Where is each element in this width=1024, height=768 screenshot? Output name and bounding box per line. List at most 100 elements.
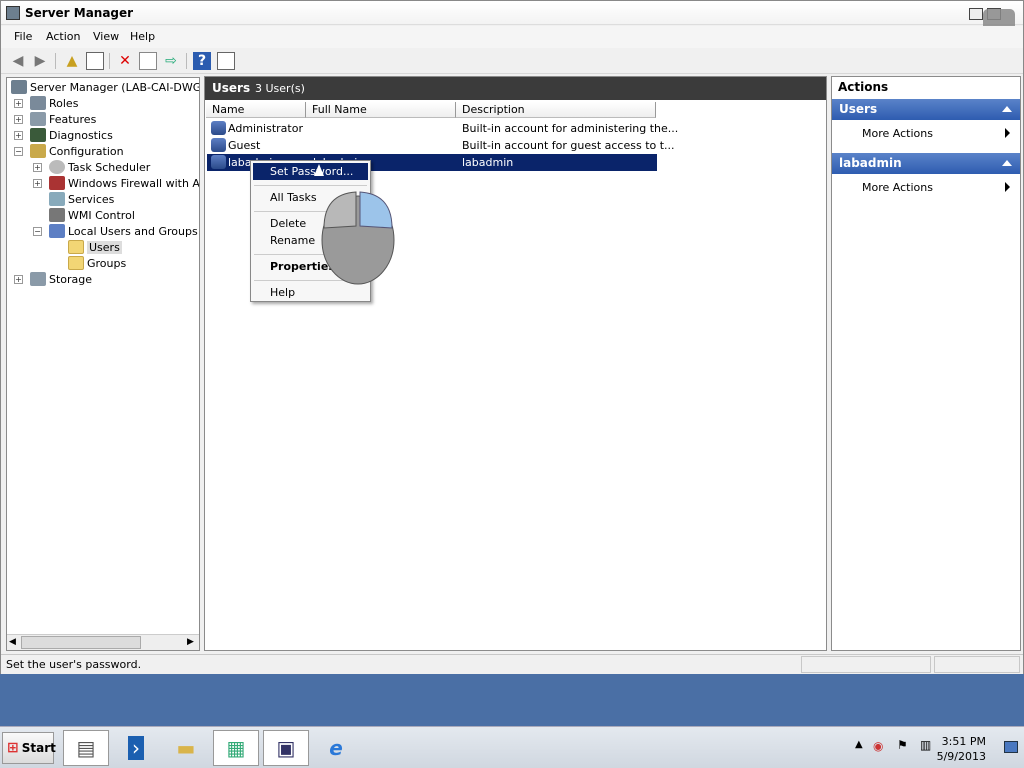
expand-storage-icon[interactable]: +	[14, 275, 23, 284]
collapse-local-users-icon[interactable]: −	[33, 227, 42, 236]
network-icon[interactable]: ▥	[920, 738, 931, 752]
tree-item-features[interactable]: Features	[30, 111, 96, 127]
submenu-arrow-icon	[1005, 182, 1010, 192]
actions-section-labadmin[interactable]: labadmin	[832, 153, 1020, 174]
start-button[interactable]: ⊞ Start	[2, 732, 56, 764]
actions-title: Actions	[838, 80, 889, 94]
tree-label: Windows Firewall with Adva	[68, 176, 200, 190]
taskbar-server-manager[interactable]: ▤	[63, 730, 109, 766]
more-actions-labadmin[interactable]: More Actions	[862, 181, 933, 194]
action-center-flag-icon[interactable]: ⚑	[897, 738, 908, 752]
collapse-caret-icon[interactable]	[1002, 160, 1012, 166]
expand-diagnostics-icon[interactable]: +	[14, 131, 23, 140]
user-icon	[211, 155, 226, 169]
folder-icon: ▬	[176, 736, 196, 760]
tree-label: Local Users and Groups	[68, 224, 198, 238]
tree-item-roles[interactable]: Roles	[30, 95, 78, 111]
menu-item-delete[interactable]: Delete	[270, 217, 306, 230]
show-hide-tree-icon[interactable]	[86, 52, 104, 70]
tree-item-storage[interactable]: Storage	[30, 271, 92, 287]
remote-desktop-icon: ▣	[276, 736, 296, 760]
roles-icon	[30, 96, 46, 110]
clock[interactable]: 3:51 PM 5/9/2013	[937, 734, 986, 764]
scroll-thumb[interactable]	[21, 636, 141, 649]
tree-label: Configuration	[49, 144, 124, 158]
taskbar-remote-desktop[interactable]: ▣	[263, 730, 309, 766]
menu-action[interactable]: Action	[46, 30, 80, 43]
table-row[interactable]: Guest Built-in account for guest access …	[207, 137, 675, 154]
tree-root[interactable]: Server Manager (LAB-CAI-DWGW-0	[11, 79, 199, 95]
features-icon	[30, 112, 46, 126]
tree-item-users[interactable]: Users	[68, 239, 122, 255]
collapse-configuration-icon[interactable]: −	[14, 147, 23, 156]
actions-section-users[interactable]: Users	[832, 99, 1020, 120]
properties-icon[interactable]	[139, 52, 157, 70]
clock-icon	[49, 160, 65, 174]
tree-label: Storage	[49, 272, 93, 286]
title-bar[interactable]: Server Manager	[1, 1, 1023, 39]
window-title: Server Manager	[25, 6, 134, 20]
expand-roles-icon[interactable]: +	[14, 99, 23, 108]
menu-file[interactable]: File	[14, 30, 32, 43]
tree-item-diagnostics[interactable]: Diagnostics	[30, 127, 113, 143]
menu-item-set-password[interactable]: Set Password...	[270, 165, 353, 178]
taskbar-internet-explorer[interactable]: e	[313, 730, 359, 766]
menu-bar: File Action View Help	[1, 26, 1023, 48]
tree-item-configuration[interactable]: Configuration	[30, 143, 124, 159]
taskbar-control-panel[interactable]: ▦	[213, 730, 259, 766]
status-bar: Set the user's password.	[1, 654, 1023, 674]
tree-item-wmi[interactable]: WMI Control	[49, 207, 135, 223]
folder-icon	[68, 256, 84, 270]
taskbar-powershell[interactable]: ›	[113, 730, 159, 766]
tree-label: WMI Control	[68, 208, 135, 222]
section-label: Users	[839, 102, 878, 116]
collapse-caret-icon[interactable]	[1002, 106, 1012, 112]
column-header-name[interactable]: Name	[206, 102, 306, 118]
column-header-description[interactable]: Description	[456, 102, 656, 118]
storage-icon	[30, 272, 46, 286]
delete-icon[interactable]: ✕	[116, 52, 134, 70]
tree-item-firewall[interactable]: Windows Firewall with Adva	[49, 175, 200, 191]
taskbar-explorer[interactable]: ▬	[163, 730, 209, 766]
show-hidden-icons[interactable]: ▲	[855, 739, 863, 750]
table-row[interactable]: Administrator Built-in account for admin…	[207, 120, 678, 137]
menu-view[interactable]: View	[93, 30, 119, 43]
back-arrow-icon[interactable]: ◀	[9, 52, 27, 70]
help-icon[interactable]: ?	[193, 52, 211, 70]
tree-item-groups[interactable]: Groups	[68, 255, 126, 271]
menu-item-all-tasks[interactable]: All Tasks	[270, 191, 317, 204]
more-actions-users[interactable]: More Actions	[862, 127, 933, 140]
internet-explorer-icon: e	[329, 736, 343, 760]
tree-label: Users	[87, 240, 122, 254]
row-description: Built-in account for guest access to t..…	[462, 139, 675, 152]
scroll-right-icon[interactable]: ▶	[187, 637, 194, 647]
mouse-pointer-icon	[314, 164, 324, 176]
show-desktop-icon[interactable]	[1004, 741, 1018, 753]
server-icon	[11, 80, 27, 94]
expand-task-scheduler-icon[interactable]: +	[33, 163, 42, 172]
show-action-pane-icon[interactable]	[217, 52, 235, 70]
tree-item-services[interactable]: Services	[49, 191, 114, 207]
menu-item-rename[interactable]: Rename	[270, 234, 315, 247]
tree-item-local-users-groups[interactable]: Local Users and Groups	[49, 223, 198, 239]
scroll-left-icon[interactable]: ◀	[9, 637, 16, 647]
up-folder-icon[interactable]: ▲	[63, 52, 81, 70]
tree-item-task-scheduler[interactable]: Task Scheduler	[49, 159, 150, 175]
row-name: Guest	[228, 139, 261, 152]
expand-features-icon[interactable]: +	[14, 115, 23, 124]
volume-muted-icon[interactable]: ◉	[873, 739, 883, 753]
clock-time: 3:51 PM	[941, 735, 986, 748]
mouse-click-overlay-icon	[321, 191, 395, 285]
export-list-icon[interactable]: ⇨	[162, 52, 180, 70]
tree-label: Services	[68, 192, 115, 206]
column-header-full-name[interactable]: Full Name	[306, 102, 456, 118]
menu-item-help[interactable]: Help	[270, 286, 295, 299]
toolbar: ◀ ▶ ▲ ✕ ⇨ ?	[1, 48, 1023, 74]
menu-help[interactable]: Help	[130, 30, 155, 43]
minimize-button[interactable]	[969, 8, 983, 20]
forward-arrow-icon[interactable]: ▶	[31, 52, 49, 70]
start-label: Start	[21, 741, 56, 755]
expand-firewall-icon[interactable]: +	[33, 179, 42, 188]
navigation-tree: Server Manager (LAB-CAI-DWGW-0 + Roles +…	[6, 77, 200, 651]
tree-horizontal-scrollbar[interactable]: ◀ ▶	[7, 634, 199, 650]
